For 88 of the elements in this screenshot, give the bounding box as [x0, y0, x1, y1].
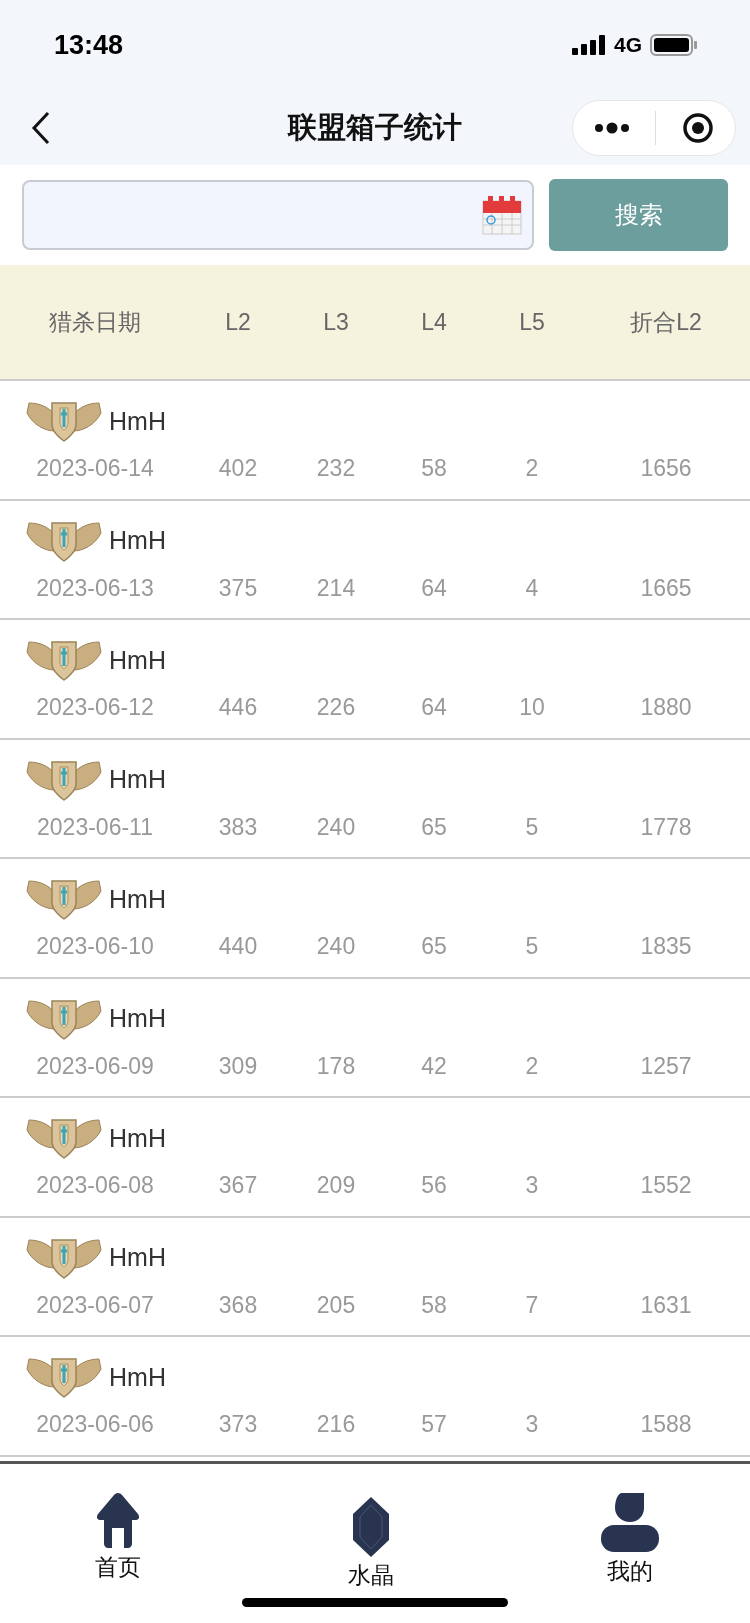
table-cell-text: 56	[420, 1172, 448, 1200]
table-cell-text: 2023-06-12	[35, 694, 155, 722]
table-cell-text: 216	[315, 1411, 357, 1439]
table-cell-text: 402	[217, 455, 259, 483]
table-cell-text: 1588	[639, 1411, 693, 1439]
player-name: HmH	[109, 1243, 166, 1273]
table-cell-text: 440	[217, 933, 259, 961]
table-cell-text: 1631	[639, 1291, 693, 1319]
table-cell-text: 205	[315, 1291, 357, 1319]
table-cell-text: 2023-06-14	[35, 455, 155, 483]
table-cell-text: 2023-06-09	[35, 1052, 155, 1080]
date-field[interactable]	[22, 180, 534, 250]
table-cell-text: 209	[315, 1172, 357, 1200]
player-name: HmH	[109, 1123, 166, 1153]
table-cell-text: 1778	[639, 813, 693, 841]
table-cell-text: 5	[524, 933, 540, 961]
player-name: HmH	[109, 884, 166, 914]
player-name: HmH	[109, 765, 166, 795]
table-cell-text: 2023-06-06	[35, 1411, 155, 1439]
column-header: 折合L2	[629, 307, 703, 337]
table-cell-text: 10	[518, 694, 546, 722]
page-title: 联盟箱子统计	[288, 109, 462, 145]
table-cell-text: 232	[315, 455, 357, 483]
table-cell-text: 57	[420, 1411, 448, 1439]
column-header: 猎杀日期	[48, 307, 142, 337]
table-cell-text: 4	[524, 574, 540, 602]
tab-label: 首页	[95, 1552, 141, 1582]
player-name: HmH	[109, 1004, 166, 1034]
calendar-icon	[482, 195, 522, 235]
table-cell-text: 309	[217, 1052, 259, 1080]
column-header: L3	[322, 308, 350, 336]
table-cell-text: 58	[420, 1291, 448, 1319]
signal-icon	[572, 35, 606, 55]
player-name: HmH	[109, 406, 166, 436]
table-cell-text: 1656	[639, 455, 693, 483]
table-cell-text: 3	[524, 1411, 540, 1439]
table-cell-text: 367	[217, 1172, 259, 1200]
table-cell-text: 2023-06-08	[35, 1172, 155, 1200]
back-icon[interactable]	[31, 110, 51, 145]
table-cell-text: 64	[420, 574, 448, 602]
table-cell-text: 2023-06-13	[35, 574, 155, 602]
table-cell-text: 240	[315, 933, 357, 961]
table-cell-text: 58	[420, 455, 448, 483]
table-cell-text: 214	[315, 574, 357, 602]
table-cell-text: 446	[217, 694, 259, 722]
table-cell-text: 2023-06-07	[35, 1291, 155, 1319]
table-cell-text: 2	[524, 1052, 540, 1080]
user-icon	[600, 1491, 660, 1552]
player-name: HmH	[109, 526, 166, 556]
network-label: 4G	[614, 33, 642, 57]
table-cell-text: 65	[420, 813, 448, 841]
home-icon	[96, 1491, 140, 1548]
battery-icon	[650, 34, 698, 56]
close-icon[interactable]	[682, 111, 715, 144]
table-cell-text: 2023-06-11	[36, 813, 154, 841]
table-cell-text: 2	[524, 455, 540, 483]
table-cell-text: 368	[217, 1291, 259, 1319]
table-cell-text: 1552	[639, 1172, 693, 1200]
table-cell-text: 7	[524, 1291, 540, 1319]
table-cell-text: 383	[217, 813, 259, 841]
table-cell-text: 42	[420, 1052, 448, 1080]
table-cell-text: 64	[420, 694, 448, 722]
table-cell-text: 240	[315, 813, 357, 841]
table-cell-text: 1665	[639, 574, 693, 602]
status-time: 13:48	[54, 29, 124, 61]
player-name: HmH	[109, 1362, 166, 1392]
table-cell-text: 178	[315, 1052, 357, 1080]
table-cell-text: 2023-06-10	[35, 933, 155, 961]
column-header: L2	[224, 308, 252, 336]
table-cell-text: 375	[217, 574, 259, 602]
table-cell-text: 226	[315, 694, 357, 722]
tab-item[interactable]: 首页	[95, 1491, 141, 1623]
table-cell-text: 5	[524, 813, 540, 841]
table-cell-text: 3	[524, 1172, 540, 1200]
tab-label: 水晶	[347, 1560, 394, 1590]
table-cell-text: 373	[217, 1411, 259, 1439]
tab-item[interactable]: 我的	[600, 1491, 660, 1623]
column-header: L4	[420, 308, 448, 336]
column-header: L5	[518, 308, 546, 336]
more-icon[interactable]	[593, 121, 630, 134]
table-cell-text: 65	[420, 933, 448, 961]
player-name: HmH	[109, 645, 166, 675]
crystal-icon	[351, 1495, 390, 1558]
table-cell-text: 1835	[639, 933, 693, 961]
tab-label: 我的	[607, 1556, 653, 1586]
table-cell-text: 1880	[639, 694, 693, 722]
tab-item[interactable]: 水晶	[347, 1495, 394, 1623]
table-cell-text: 1257	[639, 1052, 693, 1080]
